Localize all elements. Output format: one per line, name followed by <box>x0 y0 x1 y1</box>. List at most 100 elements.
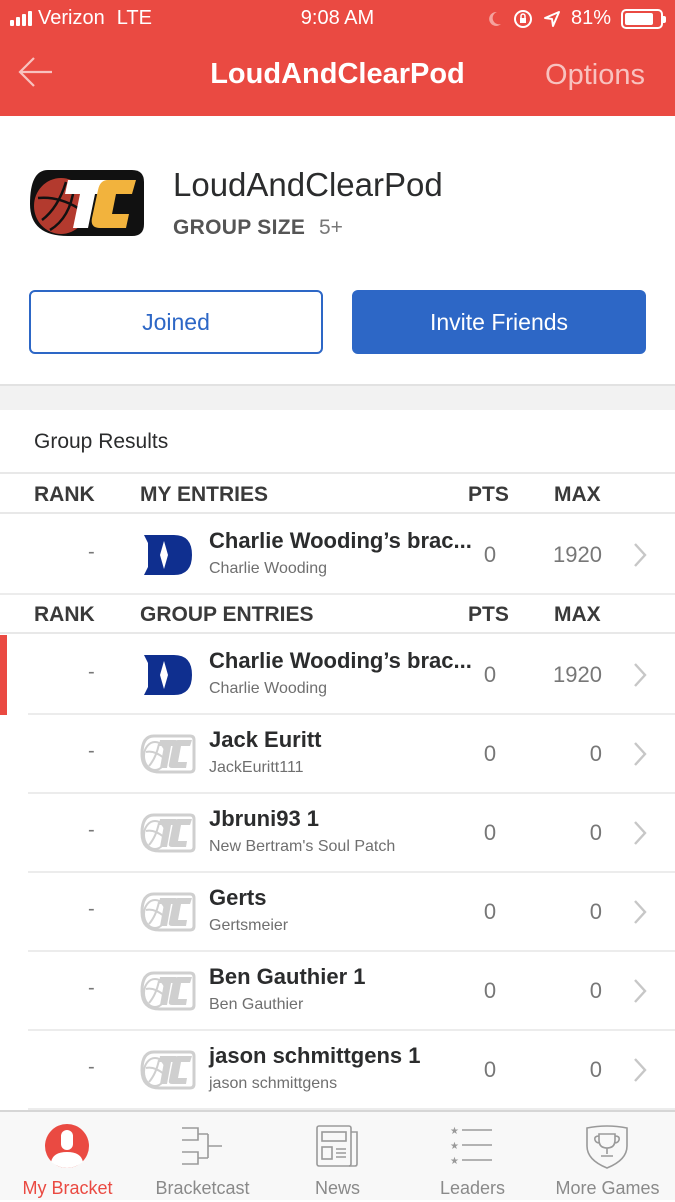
entry-row[interactable]: - Jack Euritt JackEuritt111 0 0 <box>0 714 675 794</box>
entry-owner: Charlie Wooding <box>209 680 327 697</box>
entry-owner: Ben Gauthier <box>209 996 304 1013</box>
rotation-lock-icon <box>513 9 532 28</box>
entry-pts: 0 <box>483 542 497 567</box>
entry-rank: - <box>88 977 95 999</box>
tab-label: News <box>314 1178 360 1198</box>
entry-name: Charlie Wooding’s brac... <box>209 528 472 553</box>
star-list-icon: ★ ★ ★ <box>450 1126 492 1167</box>
entry-name: Charlie Wooding’s brac... <box>209 648 472 673</box>
entry-max: 1920 <box>553 662 602 687</box>
chevron-right-icon <box>630 541 650 569</box>
entry-pts: 0 <box>483 662 497 687</box>
status-icons: 81% <box>487 7 666 30</box>
chevron-right-icon <box>630 977 650 1005</box>
chevron-right-icon <box>630 661 650 689</box>
col-pts: PTS <box>468 603 509 626</box>
chevron-right-icon <box>630 898 650 926</box>
entry-rank: - <box>88 661 95 683</box>
tab-bracketcast[interactable]: Bracketcast <box>135 1112 270 1202</box>
entry-name: Jack Euritt <box>209 727 322 752</box>
section-separator <box>0 384 675 410</box>
col-max: MAX <box>554 603 601 626</box>
entry-name: jason schmittgens 1 <box>209 1043 421 1068</box>
entry-row[interactable]: - Charlie Wooding’s brac... Charlie Woodin… <box>0 515 675 595</box>
tc-logo-icon <box>140 1046 196 1094</box>
entry-owner: New Bertram's Soul Patch <box>209 838 396 855</box>
tab-label: Bracketcast <box>155 1178 250 1198</box>
col-max: MAX <box>554 483 601 506</box>
group-entries-column-header: RANK GROUP ENTRIES PTS MAX <box>0 594 675 634</box>
group-logo <box>30 170 144 236</box>
entry-rank: - <box>88 898 95 920</box>
entry-max: 0 <box>589 978 602 1003</box>
joined-button[interactable]: Joined <box>29 290 323 354</box>
tab-bar: My Bracket Bracketcast News ★ ★ ★ Leader… <box>0 1110 675 1200</box>
battery-percent: 81% <box>570 7 611 29</box>
entry-owner: Charlie Wooding <box>209 560 327 577</box>
tc-logo-icon <box>140 730 196 778</box>
chevron-right-icon <box>630 819 650 847</box>
options-button[interactable]: Options <box>545 59 645 92</box>
entry-rank: - <box>88 819 95 841</box>
svg-text:★: ★ <box>450 1141 459 1152</box>
entry-owner: Gertsmeier <box>209 917 289 934</box>
svg-text:★: ★ <box>450 1156 459 1167</box>
entry-pts: 0 <box>483 741 497 766</box>
tab-my-bracket[interactable]: My Bracket <box>0 1112 135 1202</box>
tab-label: My Bracket <box>22 1178 113 1198</box>
trophy-shield-icon <box>586 1125 628 1169</box>
section-title: Group Results <box>34 430 169 453</box>
battery-level <box>625 12 653 25</box>
col-rank: RANK <box>34 603 95 626</box>
tc-logo-icon <box>140 809 196 857</box>
chevron-right-icon <box>630 1056 650 1084</box>
bracket-icon <box>182 1127 222 1165</box>
entry-rank: - <box>88 1056 95 1078</box>
col-rank: RANK <box>34 483 95 506</box>
entry-row[interactable]: - jason schmittgens 1 jason schmittgens 0 0 <box>0 1030 675 1110</box>
status-bar: Verizon LTE 9:08 AM 81% <box>0 0 675 38</box>
entry-rank: - <box>88 541 95 563</box>
col-entries: MY ENTRIES <box>140 483 268 506</box>
duke-logo-icon <box>140 651 196 699</box>
entry-max: 0 <box>589 820 602 845</box>
group-results-header: Group Results <box>0 410 675 474</box>
svg-text:★: ★ <box>450 1126 459 1137</box>
entry-owner: JackEuritt111 <box>209 759 304 776</box>
entry-pts: 0 <box>483 1057 497 1082</box>
group-size: GROUP SIZE 5+ <box>173 216 343 240</box>
duke-logo-icon <box>140 531 196 579</box>
group-size-label: GROUP SIZE <box>173 216 306 239</box>
entry-pts: 0 <box>483 978 497 1003</box>
nav-bar: LoudAndClearPod Options <box>0 38 675 116</box>
battery-icon <box>621 8 666 29</box>
entry-rank: - <box>88 740 95 762</box>
tc-logo-icon <box>140 888 196 936</box>
current-user-marker <box>0 635 7 715</box>
tab-more-games[interactable]: More Games <box>540 1112 675 1202</box>
group-name: LoudAndClearPod <box>173 166 443 203</box>
my-entries-column-header: RANK MY ENTRIES PTS MAX <box>0 474 675 514</box>
entry-pts: 0 <box>483 899 497 924</box>
entry-name: Gerts <box>209 885 267 910</box>
col-entries: GROUP ENTRIES <box>140 603 314 626</box>
col-pts: PTS <box>468 483 509 506</box>
invite-friends-button[interactable]: Invite Friends <box>352 290 646 354</box>
entry-max: 0 <box>589 899 602 924</box>
group-size-value: 5+ <box>318 216 343 239</box>
entry-row[interactable]: - Ben Gauthier 1 Ben Gauthier 0 0 <box>0 951 675 1031</box>
user-icon <box>45 1124 89 1168</box>
entry-owner: jason schmittgens <box>209 1075 338 1092</box>
entry-pts: 0 <box>483 820 497 845</box>
tc-logo-icon <box>140 967 196 1015</box>
chevron-right-icon <box>630 740 650 768</box>
tab-leaders[interactable]: ★ ★ ★ Leaders <box>405 1112 540 1202</box>
entry-max: 1920 <box>553 542 602 567</box>
group-header: LoudAndClearPod GROUP SIZE 5+ Joined Inv… <box>0 116 675 384</box>
entry-name: Jbruni93 1 <box>209 806 320 831</box>
entry-max: 0 <box>589 741 602 766</box>
entry-row[interactable]: - Gerts Gertsmeier 0 0 <box>0 872 675 952</box>
entry-row[interactable]: - Jbruni93 1 New Bertram's Soul Patch 0 0 <box>0 793 675 873</box>
tab-news[interactable]: News <box>270 1112 405 1202</box>
entry-row[interactable]: - Charlie Wooding’s brac... Charlie Woodin… <box>0 635 675 715</box>
